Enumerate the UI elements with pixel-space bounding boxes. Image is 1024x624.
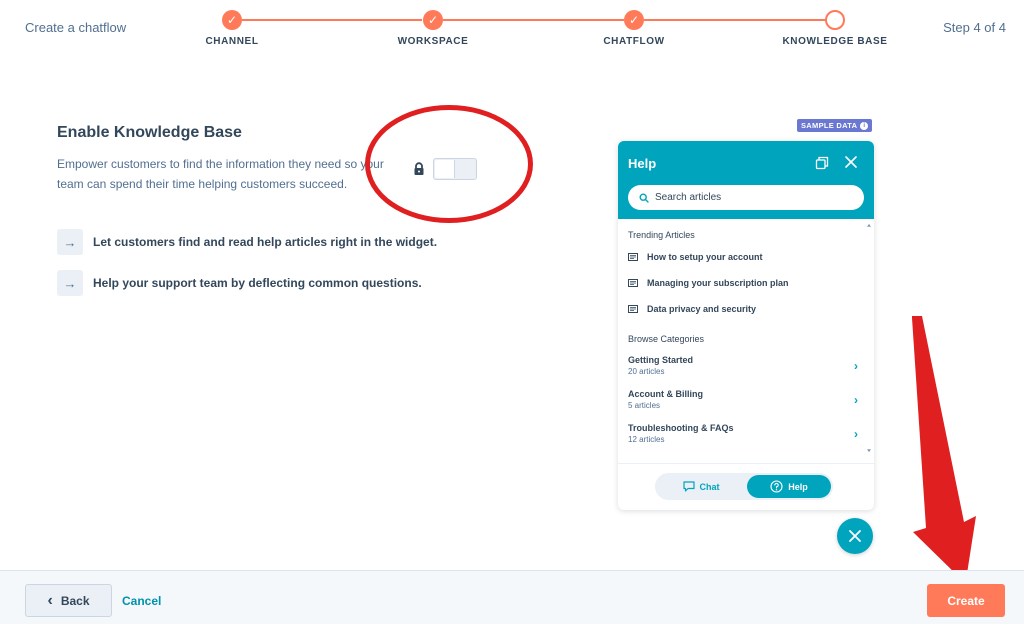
- article-link[interactable]: How to setup your account: [628, 252, 763, 262]
- step-label-workspace[interactable]: WORKSPACE: [363, 36, 503, 47]
- arrow-right-icon: →: [57, 270, 83, 296]
- category-count: 12 articles: [628, 435, 665, 444]
- info-icon[interactable]: i: [860, 121, 869, 130]
- article-title: Managing your subscription plan: [647, 278, 789, 288]
- search-icon: [639, 192, 649, 203]
- category-item[interactable]: Getting Started 20 articles ›: [628, 355, 858, 376]
- step-indicator: Step 4 of 4: [943, 20, 1006, 35]
- widget-title: Help: [628, 156, 657, 171]
- close-icon: [849, 530, 861, 542]
- sample-data-label: SAMPLE DATA: [801, 121, 858, 130]
- browse-categories-label: Browse Categories: [628, 334, 705, 344]
- chat-icon: [682, 481, 695, 492]
- category-name: Troubleshooting & FAQs: [628, 423, 734, 433]
- section-title: Enable Knowledge Base: [57, 124, 242, 141]
- page-title: Create a chatflow: [25, 20, 127, 35]
- chevron-right-icon: ›: [854, 427, 858, 441]
- category-name: Getting Started: [628, 355, 694, 365]
- trending-articles-label: Trending Articles: [628, 230, 695, 240]
- benefit-text: Let customers find and read help article…: [93, 235, 438, 249]
- tab-chat[interactable]: Chat: [655, 473, 747, 500]
- tab-help[interactable]: Help: [747, 475, 831, 498]
- step-chatflow-check-icon[interactable]: ✓: [624, 10, 644, 30]
- help-icon: [770, 480, 783, 493]
- article-title: Data privacy and security: [647, 304, 757, 314]
- widget-header: Help Search articles: [618, 141, 874, 219]
- tab-chat-label: Chat: [699, 481, 720, 492]
- article-link[interactable]: Managing your subscription plan: [628, 278, 789, 288]
- step-workspace-check-icon[interactable]: ✓: [423, 10, 443, 30]
- category-item[interactable]: Troubleshooting & FAQs 12 articles ›: [628, 423, 858, 444]
- benefit-item: → Help your support team by deflecting c…: [57, 270, 422, 296]
- step-knowledge-base-current-icon: [825, 10, 845, 30]
- benefit-item: → Let customers find and read help artic…: [57, 229, 437, 255]
- step-label-knowledge-base: KNOWLEDGE BASE: [782, 36, 888, 47]
- chevron-right-icon: ›: [854, 393, 858, 407]
- create-button[interactable]: Create: [927, 584, 1005, 617]
- stepper-connector: [644, 19, 825, 21]
- popout-icon[interactable]: [815, 156, 829, 170]
- benefit-text: Help your support team by deflecting com…: [93, 276, 422, 290]
- step-label-chatflow[interactable]: CHATFLOW: [564, 36, 704, 47]
- sample-data-badge: SAMPLE DATA i: [797, 119, 873, 132]
- stepper-connector: [443, 19, 624, 21]
- help-widget-preview: Help Search articles Trending Articles H…: [618, 141, 874, 510]
- search-placeholder: Search articles: [655, 192, 722, 203]
- category-item[interactable]: Account & Billing 5 articles ›: [628, 389, 858, 410]
- close-icon[interactable]: [844, 155, 858, 169]
- widget-footer: Chat Help: [618, 463, 874, 510]
- chevron-left-icon: ‹: [47, 591, 53, 609]
- article-title: How to setup your account: [647, 252, 763, 262]
- widget-body: Trending Articles How to setup your acco…: [618, 219, 874, 463]
- cancel-link[interactable]: Cancel: [122, 594, 161, 608]
- article-icon: [628, 305, 638, 313]
- annotation-circle: [365, 105, 533, 223]
- tab-help-label: Help: [788, 481, 808, 492]
- step-label-channel[interactable]: CHANNEL: [162, 36, 302, 47]
- category-count: 5 articles: [628, 401, 661, 410]
- widget-launcher-button[interactable]: [837, 518, 873, 554]
- category-count: 20 articles: [628, 367, 665, 376]
- widget-scrollbar[interactable]: [866, 219, 872, 457]
- chevron-right-icon: ›: [854, 359, 858, 373]
- widget-tab-switcher: Chat Help: [655, 473, 833, 500]
- back-button[interactable]: ‹ Back: [25, 584, 112, 617]
- stepper-connector: [242, 19, 422, 21]
- back-button-label: Back: [60, 593, 90, 608]
- search-articles-input[interactable]: Search articles: [628, 185, 864, 210]
- article-icon: [628, 253, 638, 261]
- arrow-right-icon: →: [57, 229, 83, 255]
- article-icon: [628, 279, 638, 287]
- article-link[interactable]: Data privacy and security: [628, 304, 756, 314]
- category-name: Account & Billing: [628, 389, 703, 399]
- section-description: Empower customers to find the informatio…: [57, 157, 384, 191]
- step-channel-check-icon[interactable]: ✓: [222, 10, 242, 30]
